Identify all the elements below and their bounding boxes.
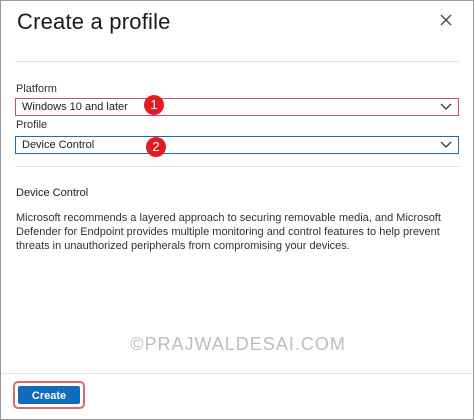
create-button[interactable]: Create: [18, 386, 80, 404]
close-icon[interactable]: [439, 13, 453, 27]
watermark: ©PRAJWALDESAI.COM: [130, 334, 346, 354]
profile-select-value: Device Control: [22, 139, 95, 151]
create-button-highlight: Create: [13, 381, 85, 409]
chevron-down-icon: [440, 103, 452, 110]
profile-label: Profile: [16, 119, 48, 131]
header-divider: [15, 61, 459, 62]
section-divider: [15, 166, 459, 167]
profile-select[interactable]: Device Control: [15, 136, 459, 154]
platform-label: Platform: [16, 83, 57, 95]
platform-select-value: Windows 10 and later: [22, 101, 128, 113]
step-badge-2: 2: [146, 137, 166, 157]
step-badge-1: 1: [144, 95, 164, 115]
platform-select[interactable]: Windows 10 and later: [15, 98, 459, 116]
page-title: Create a profile: [17, 9, 171, 34]
chevron-down-icon: [440, 141, 452, 148]
footer-divider: [1, 373, 473, 374]
details-title: Device Control: [16, 187, 89, 199]
create-profile-panel: Create a profile Platform Windows 10 and…: [0, 0, 474, 420]
details-description: Microsoft recommends a layered approach …: [16, 212, 441, 252]
panel-header: Create a profile: [15, 7, 459, 39]
